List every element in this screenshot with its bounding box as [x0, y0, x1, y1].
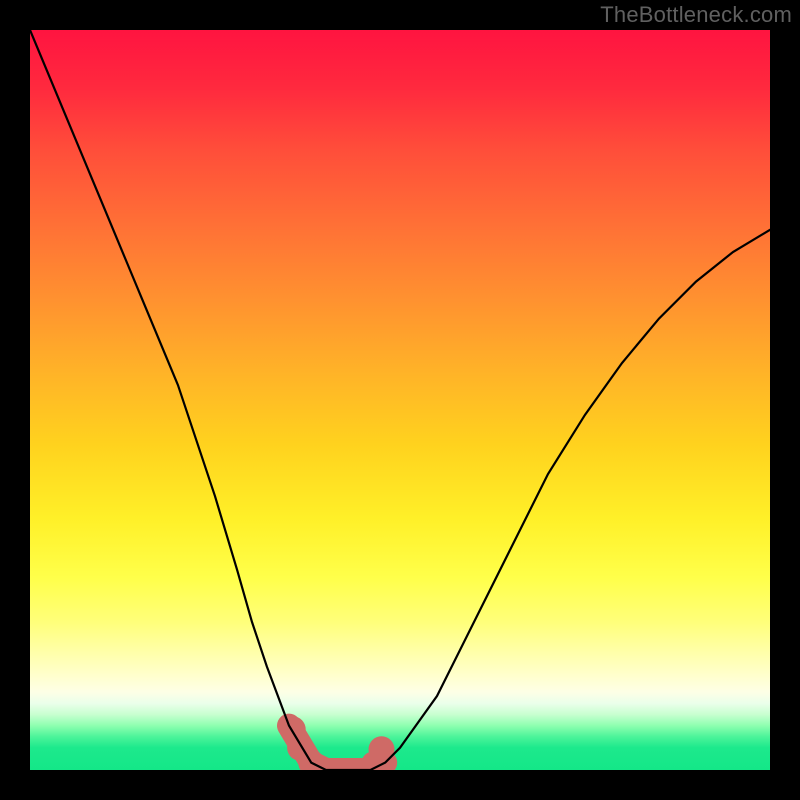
plot-area [30, 30, 770, 770]
watermark-text: TheBottleneck.com [600, 2, 792, 28]
chart-stage: TheBottleneck.com [0, 0, 800, 800]
curve-layer [30, 30, 770, 770]
bottleneck-curve [30, 30, 770, 770]
